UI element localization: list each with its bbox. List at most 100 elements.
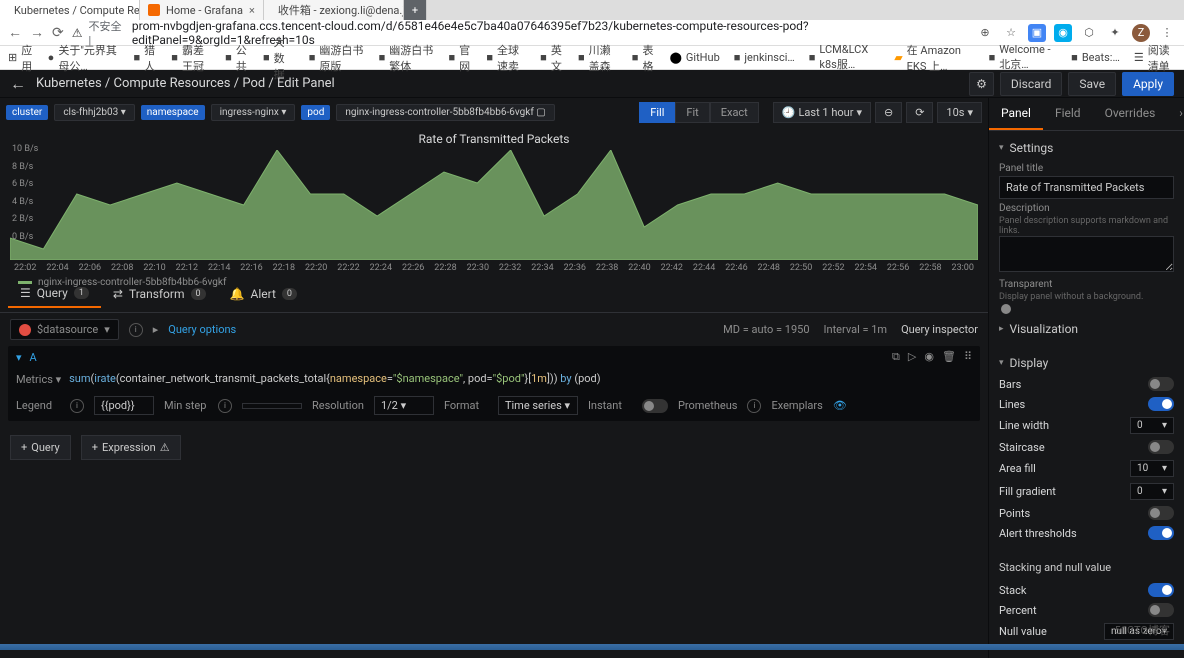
browser-tab-1[interactable]: Home - Grafana× — [140, 0, 264, 20]
bookmark[interactable]: ▰ 在 Amazon EKS 上… — [894, 42, 974, 74]
browser-tab-2[interactable]: 收件箱 - zexiong.li@dena.jp -× — [264, 0, 404, 20]
bookmark[interactable]: ■ 表格 — [632, 42, 656, 74]
close-icon[interactable]: × — [249, 4, 255, 17]
save-button[interactable]: Save — [1068, 72, 1116, 96]
back-icon[interactable]: ← — [8, 24, 22, 41]
namespace-select[interactable]: ingress-nginx ▾ — [211, 104, 296, 121]
cluster-select[interactable]: cls-fhhj2b03 ▾ — [54, 104, 134, 121]
exemplars-label: Exemplars — [771, 399, 822, 412]
query-expression[interactable]: sum(irate(container_network_transmit_pac… — [69, 372, 600, 386]
bookmark[interactable]: ● 关于"元界其母公… — [48, 42, 120, 74]
new-tab-button[interactable]: + — [404, 0, 427, 20]
info-icon[interactable]: i — [218, 399, 232, 413]
duplicate-icon[interactable]: ⧉ — [892, 350, 900, 364]
percent-toggle[interactable] — [1148, 603, 1174, 617]
exemplars-icon[interactable]: 👁 — [833, 399, 847, 412]
tab-panel[interactable]: Panel — [989, 98, 1043, 130]
chevron-right-icon[interactable]: ▸ — [153, 323, 159, 336]
star-icon[interactable]: ☆ — [1002, 24, 1020, 42]
collapse-icon[interactable]: ▾ — [16, 351, 22, 364]
linewidth-select[interactable]: 0▾ — [1130, 417, 1174, 434]
bookmark[interactable]: ⬤ GitHub — [670, 51, 720, 64]
refresh-icon[interactable]: ⟳ — [906, 102, 933, 123]
info-icon[interactable]: i — [129, 323, 143, 337]
query-inspector-link[interactable]: Query inspector — [901, 323, 978, 336]
query-options-link[interactable]: Query options — [168, 323, 236, 336]
stack-toggle[interactable] — [1148, 583, 1174, 597]
lines-toggle[interactable] — [1148, 397, 1174, 411]
areafill-select[interactable]: 10▾ — [1130, 460, 1174, 477]
instant-toggle[interactable] — [642, 399, 668, 413]
resolution-label: Resolution — [312, 399, 364, 412]
visualization-header[interactable]: Visualization — [999, 318, 1174, 340]
info-icon[interactable]: i — [70, 399, 84, 413]
browser-tab-0[interactable]: Kubernetes / Compute Resou× — [0, 0, 140, 20]
pod-select[interactable]: nginx-ingress-controller-5bb8fb4bb6-6vgk… — [336, 104, 554, 121]
display-header[interactable]: Display — [999, 352, 1174, 374]
bookmark[interactable]: ■ 川濑盖森 — [578, 42, 618, 74]
chart-svg[interactable] — [10, 150, 978, 260]
settings-header[interactable]: Settings — [999, 137, 1174, 159]
chart-legend[interactable]: nginx-ingress-controller-5bb8fb4bb6-6vgk… — [10, 273, 978, 292]
translate-icon[interactable]: ⊕ — [976, 24, 994, 42]
tab-overrides[interactable]: Overrides — [1093, 98, 1168, 130]
expand-icon[interactable]: › — [1167, 98, 1184, 130]
time-range-picker[interactable]: 🕘 Last 1 hour ▾ — [773, 102, 871, 123]
resolution-select[interactable]: 1/2 ▾ — [374, 396, 434, 415]
points-toggle[interactable] — [1148, 506, 1174, 520]
ext-icon[interactable]: ⬡ — [1080, 24, 1098, 42]
legend-input[interactable]: {{pod}} — [94, 396, 154, 415]
reading-list[interactable]: ☰ 阅读清单 — [1134, 42, 1176, 74]
bookmark[interactable]: ■ 大数据 — [263, 34, 295, 82]
x-axis: 22:0222:0422:0622:0822:1022:1222:1422:16… — [10, 263, 978, 273]
menu-icon[interactable]: ⋮ — [1158, 24, 1176, 42]
bookmark[interactable]: ■ 猎人 — [134, 42, 158, 74]
delete-icon[interactable]: 🗑 — [942, 350, 956, 364]
minstep-input[interactable] — [242, 403, 302, 409]
fill-button[interactable]: Fill — [639, 102, 675, 123]
bookmark[interactable]: ■ 公共 — [225, 42, 249, 74]
fillgradient-select[interactable]: 0▾ — [1130, 483, 1174, 500]
discard-button[interactable]: Discard — [1000, 72, 1063, 96]
alertthresholds-toggle[interactable] — [1148, 526, 1174, 540]
bookmark[interactable]: ■ Beats:… — [1071, 51, 1120, 64]
bookmark[interactable]: ■ Welcome - 北京… — [989, 43, 1058, 72]
bookmark[interactable]: ■ 全球速卖 — [486, 42, 526, 74]
add-expression-button[interactable]: + Expression ⚠ — [81, 435, 181, 460]
bookmark[interactable]: ■ 官网 — [449, 42, 473, 74]
add-query-button[interactable]: + Query — [10, 435, 71, 460]
drag-icon[interactable]: ⠿ — [964, 350, 972, 364]
reload-icon[interactable]: ⟳ — [52, 25, 64, 41]
windows-taskbar[interactable] — [0, 644, 1184, 650]
description-input[interactable] — [999, 236, 1174, 272]
bookmark[interactable]: ■ 幽游白书繁体 — [379, 42, 435, 74]
exact-button[interactable]: Exact — [710, 102, 759, 123]
bars-toggle[interactable] — [1148, 377, 1174, 391]
bookmark[interactable]: ■ LCM&LCX k8s服… — [809, 43, 880, 72]
apply-button[interactable]: Apply — [1122, 72, 1174, 96]
settings-icon[interactable]: ⚙ — [969, 72, 994, 96]
puzzle-icon[interactable]: ✦ — [1106, 24, 1124, 42]
zoom-out-icon[interactable]: ⊖ — [875, 102, 902, 123]
bookmark[interactable]: ■ jenkinsci… — [734, 51, 795, 64]
staircase-toggle[interactable] — [1148, 440, 1174, 454]
fit-button[interactable]: Fit — [675, 102, 709, 123]
ext-icon[interactable]: ▣ — [1028, 24, 1046, 42]
bookmark[interactable]: ■ 英文 — [540, 42, 564, 74]
toggle-icon[interactable]: ◉ — [924, 350, 934, 364]
bookmark[interactable]: ■ 幽游白书原版 — [309, 42, 365, 74]
metrics-label[interactable]: Metrics ▾ — [16, 373, 61, 386]
info-icon[interactable]: i — [747, 399, 761, 413]
apps-icon[interactable]: ⊞ 应用 — [8, 42, 34, 74]
format-select[interactable]: Time series ▾ — [498, 396, 578, 415]
tab-field[interactable]: Field — [1043, 98, 1093, 130]
ext-icon[interactable]: ◉ — [1054, 24, 1072, 42]
datasource-select[interactable]: $datasource ▾ — [10, 319, 119, 340]
bookmark[interactable]: ■ 霸差王冠 — [171, 42, 211, 74]
refresh-interval[interactable]: 10s ▾ — [937, 102, 982, 123]
forward-icon[interactable]: → — [30, 24, 44, 41]
panel-title-input[interactable] — [999, 176, 1174, 199]
avatar[interactable]: Z — [1132, 24, 1150, 42]
eye-icon[interactable]: ▷ — [908, 350, 916, 364]
back-arrow-icon[interactable]: ← — [10, 74, 26, 94]
